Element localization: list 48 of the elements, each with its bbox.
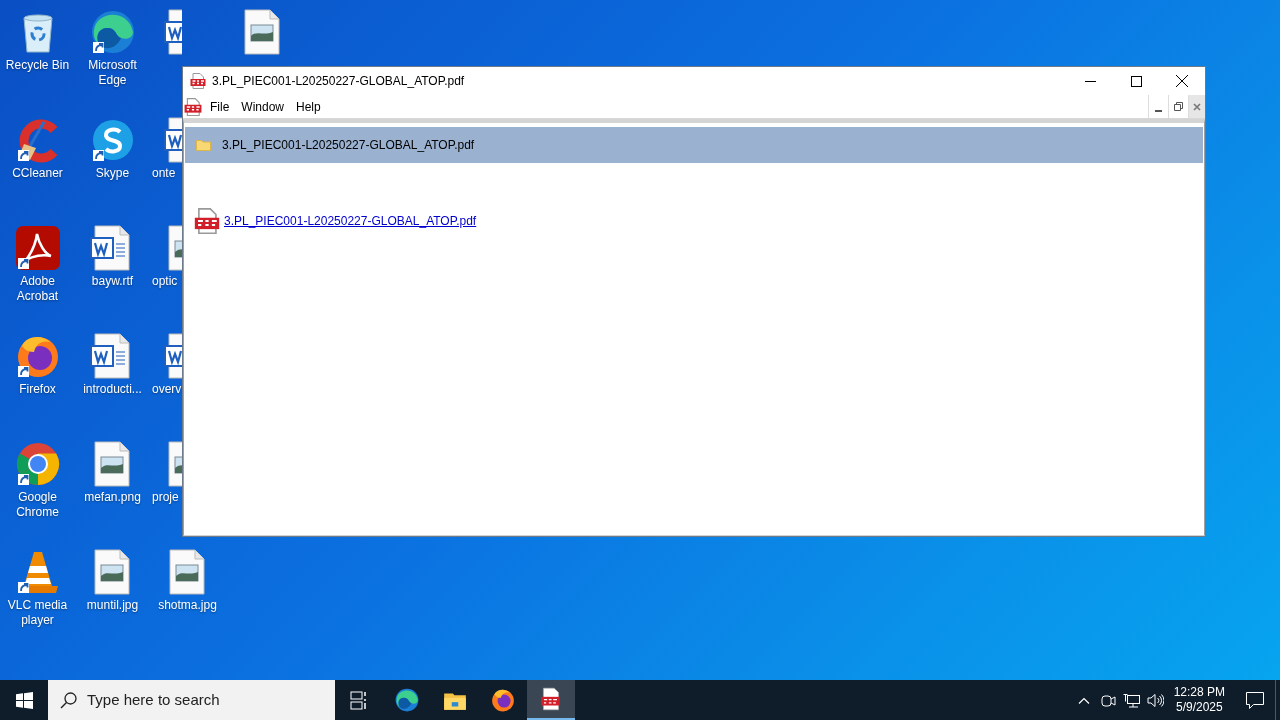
menu-item[interactable]: Window xyxy=(235,97,291,116)
desktop-icon-label[interactable]: Skype xyxy=(75,166,150,181)
chevron-up-icon[interactable] xyxy=(1077,696,1090,704)
desktop-icon-label[interactable]: onte xyxy=(150,166,176,181)
desktop-icon-label[interactable]: muntil.jpg xyxy=(75,598,150,613)
desktop-icon-label[interactable]: Microsoft Edge xyxy=(75,58,150,88)
word-document-icon[interactable] xyxy=(163,8,182,56)
search-field[interactable]: Type here to search xyxy=(48,680,335,720)
taskbar-button[interactable] xyxy=(527,680,575,720)
desktop-icon-label[interactable]: shotma.jpg xyxy=(150,598,225,613)
acrobat-app-icon[interactable] xyxy=(13,224,62,272)
menu-item[interactable]: File xyxy=(204,97,236,116)
maximize-icon xyxy=(1130,75,1142,87)
volume-icon[interactable] xyxy=(1146,692,1164,708)
browser-icon xyxy=(394,687,420,713)
menu-item[interactable]: Help xyxy=(290,97,327,116)
search-icon xyxy=(60,691,77,709)
folder-item[interactable]: 3.PL_PIEC001-L20250227-GLOBAL_ATOP.pdf xyxy=(185,127,1203,163)
network-icon[interactable] xyxy=(1122,692,1140,708)
close-icon xyxy=(1176,75,1188,87)
pdf-file-icon xyxy=(194,207,220,235)
desktop-icon-label[interactable]: Adobe Acrobat xyxy=(0,274,75,304)
minimize-icon xyxy=(1155,110,1162,112)
desktop-icon-label[interactable]: Firefox xyxy=(0,382,75,397)
document-close-button[interactable] xyxy=(1189,95,1205,118)
desktop-icon-label[interactable]: bayw.rtf xyxy=(75,274,150,289)
clock-date[interactable]: 5/9/2025 xyxy=(1175,700,1223,715)
desktop-icon-label[interactable]: optic xyxy=(150,274,178,289)
pdf-file-icon xyxy=(190,73,206,89)
restore-icon xyxy=(1174,102,1183,111)
desktop-icon-label[interactable]: proje xyxy=(150,490,179,505)
task-view-icon xyxy=(349,690,369,710)
folder-icon xyxy=(196,139,211,151)
camera-icon[interactable] xyxy=(1100,692,1116,708)
desktop-icon-label[interactable]: overv xyxy=(150,382,182,397)
firefox-icon xyxy=(490,687,516,713)
desktop-icon-label[interactable]: Google Chrome xyxy=(0,490,75,520)
window-title: 3.PL_PIEC001-L20250227-GLOBAL_ATOP.pdf xyxy=(212,73,465,90)
file-link[interactable]: 3.PL_PIEC001-L20250227-GLOBAL_ATOP.pdf xyxy=(224,212,477,230)
desktop-icon-label[interactable]: Recycle Bin xyxy=(0,58,75,73)
windows-logo-icon xyxy=(15,691,33,709)
clock-time[interactable]: 12:28 PM xyxy=(1173,685,1225,700)
desktop-icon-label[interactable]: mefan.png xyxy=(75,490,150,505)
close-icon xyxy=(1193,102,1201,111)
desktop-icon-label[interactable]: CCleaner xyxy=(0,166,75,181)
desktop-icon-label[interactable]: introducti... xyxy=(75,382,150,397)
desktop-icon-label[interactable]: VLC media player xyxy=(0,598,75,628)
speech-bubble-icon xyxy=(1246,691,1264,709)
